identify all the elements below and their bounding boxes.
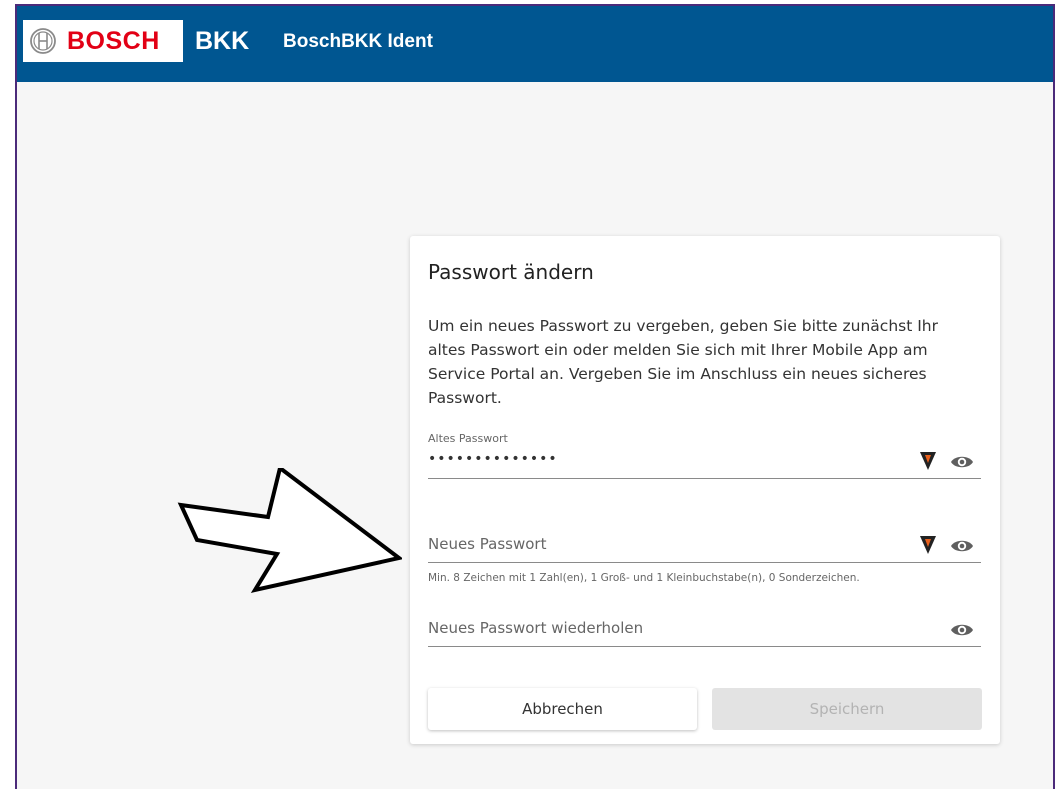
- header-bar: BOSCH BKK BoschBKK Ident: [17, 6, 1053, 82]
- eye-icon[interactable]: [950, 622, 974, 638]
- bosch-armature-icon: [30, 28, 56, 54]
- old-password-label: Altes Passwort: [428, 432, 508, 445]
- arrow-annotation: [177, 468, 402, 593]
- old-password-field[interactable]: Altes Passwort ••••••••••••••: [428, 432, 981, 479]
- eye-icon[interactable]: [950, 538, 974, 554]
- password-manager-icon[interactable]: [920, 452, 936, 470]
- new-password-placeholder: Neues Passwort: [428, 535, 547, 553]
- change-password-card: Passwort ändern Um ein neues Passwort zu…: [410, 236, 1000, 744]
- repeat-password-field[interactable]: Neues Passwort wiederholen: [428, 610, 981, 647]
- bkk-wordmark: BKK: [195, 27, 250, 55]
- page-title: Passwort ändern: [428, 260, 594, 284]
- bosch-wordmark: BOSCH: [67, 27, 160, 55]
- password-requirements-hint: Min. 8 Zeichen mit 1 Zahl(en), 1 Groß- u…: [428, 572, 860, 584]
- repeat-password-placeholder: Neues Passwort wiederholen: [428, 619, 644, 637]
- browser-viewport: BOSCH BKK BoschBKK Ident Passwort ändern…: [15, 4, 1055, 789]
- old-password-value: ••••••••••••••: [428, 451, 558, 467]
- new-password-field[interactable]: Neues Passwort: [428, 526, 981, 563]
- save-button[interactable]: Speichern: [712, 688, 982, 730]
- app-title: BoschBKK Ident: [283, 31, 433, 52]
- cancel-button[interactable]: Abbrechen: [428, 688, 697, 730]
- bosch-logo: BOSCH: [23, 20, 183, 62]
- eye-icon[interactable]: [950, 454, 974, 470]
- card-description: Um ein neues Passwort zu vergeben, geben…: [428, 317, 938, 407]
- password-manager-icon[interactable]: [920, 536, 936, 554]
